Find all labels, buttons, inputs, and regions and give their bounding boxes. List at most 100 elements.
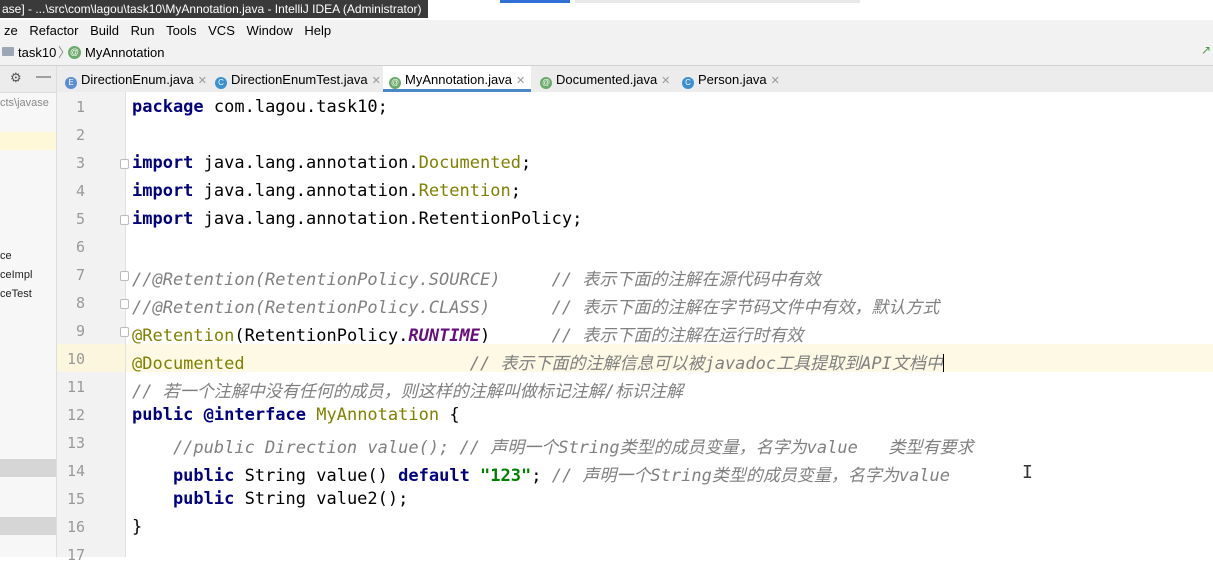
menu-refactor[interactable]: Refactor [25, 20, 82, 41]
taskbar-highlight [500, 0, 570, 3]
build-arrow-icon[interactable]: ↗ [1201, 43, 1211, 57]
annotation: @Documented [132, 354, 245, 374]
menu-window[interactable]: Window [243, 20, 297, 41]
comment: //@Retention(RetentionPolicy.CLASS) [132, 298, 552, 318]
line-number: 7 [75, 266, 85, 284]
tab-direction-enum[interactable]: E DirectionEnum.java ✕ [59, 66, 213, 92]
code-line-1: package com.lagou.task10; [132, 97, 388, 117]
constant: RUNTIME [408, 326, 481, 346]
project-path: cts\javase [0, 97, 49, 109]
code-line-15: public String value2(); [132, 489, 408, 509]
tree-item[interactable]: ceTest [0, 288, 32, 300]
code-text: } [132, 517, 143, 537]
line-number: 2 [75, 126, 85, 144]
selected-row[interactable] [0, 132, 56, 150]
menu-analyze[interactable]: ze [0, 20, 22, 41]
code-line-16: } [132, 517, 142, 537]
menu-tools[interactable]: Tools [162, 20, 200, 41]
annotation: @Retention [132, 326, 235, 346]
code-editor[interactable]: 1 2 3 4 5 6 7 8 9 10 11 12 13 14 15 16 1… [57, 92, 1213, 564]
string-literal: "123" [469, 466, 532, 486]
close-icon[interactable]: ✕ [198, 75, 207, 87]
tab-my-annotation[interactable]: @ MyAnnotation.java ✕ [383, 66, 532, 92]
project-panel-toolbar: ⚙ — [0, 66, 56, 93]
fold-marker-icon[interactable] [120, 159, 129, 169]
annotation-icon: @ [540, 77, 552, 89]
keyword: import [132, 153, 194, 173]
project-panel: ⚙ — cts\javase ce ceImpl ceTest [0, 66, 57, 557]
tab-label: MyAnnotation.java [405, 72, 512, 87]
line-number: 11 [66, 378, 85, 396]
class-name: MyAnnotation [306, 405, 440, 425]
close-icon[interactable]: ✕ [771, 75, 780, 87]
tree-row-highlight[interactable] [0, 517, 56, 535]
line-number: 17 [66, 546, 85, 564]
comment: // 若一个注解中没有任何的成员，则这样的注解叫做标记注解/标识注解 [132, 382, 683, 402]
code-text: { [439, 405, 460, 425]
line-number: 10 [66, 350, 85, 368]
annotation-icon: @ [68, 46, 81, 59]
menu-run[interactable]: Run [127, 20, 159, 41]
code-line-7: //@Retention(RetentionPolicy.SOURCE) // … [132, 265, 820, 290]
code-text: java.lang.annotation.RetentionPolicy; [193, 209, 583, 229]
editor-tab-bar: E DirectionEnum.java ✕ C DirectionEnumTest.… [57, 66, 1213, 93]
taskbar-strip [575, 0, 860, 3]
close-icon[interactable]: ✕ [372, 75, 381, 87]
code-text: ; [510, 181, 521, 201]
comment: // 表示下面的注解在运行时有效 [551, 326, 804, 346]
fold-marker-icon[interactable] [120, 299, 129, 309]
keyword: package [132, 97, 204, 117]
fold-marker-icon[interactable] [120, 271, 129, 281]
code-line-3: import java.lang.annotation.Documented; [132, 153, 531, 173]
comment: // 声明一个String类型的成员变量，名字为value [551, 466, 951, 486]
line-number: 4 [75, 182, 85, 200]
code-line-4: import java.lang.annotation.Retention; [132, 181, 521, 201]
tree-item[interactable]: ce [0, 250, 12, 262]
code-line-5: import java.lang.annotation.RetentionPol… [132, 209, 582, 229]
keyword: public [132, 466, 235, 486]
navigation-bar: task10 〉 @ MyAnnotation ↗ [0, 41, 1213, 66]
tab-person[interactable]: C Person.java ✕ [676, 66, 786, 92]
fold-marker-icon[interactable] [120, 215, 129, 225]
code-line-12: public @interface MyAnnotation { [132, 405, 460, 425]
menu-bar: ze Refactor Build Run Tools VCS Window H… [0, 20, 1213, 41]
line-number: 8 [75, 294, 85, 312]
close-icon[interactable]: ✕ [516, 75, 525, 87]
close-icon[interactable]: ✕ [661, 75, 670, 87]
tab-label: DirectionEnumTest.java [231, 72, 368, 87]
code-text: java.lang.annotation. [193, 181, 419, 201]
enum-icon: E [65, 77, 77, 89]
code-line-14: public String value() default "123"; // … [132, 461, 950, 486]
annotation-icon: @ [389, 77, 401, 89]
tab-label: DirectionEnum.java [81, 72, 194, 87]
tree-item[interactable]: ceImpl [0, 269, 32, 281]
menu-help[interactable]: Help [300, 20, 335, 41]
breadcrumb-file[interactable]: MyAnnotation [85, 44, 165, 62]
code-line-10: @Documented // 表示下面的注解信息可以被javadoc工具提取到A… [132, 349, 944, 374]
class-icon: C [215, 77, 227, 89]
code-text: ) [480, 326, 552, 346]
line-number: 6 [75, 238, 85, 256]
code-text: ; [520, 153, 532, 173]
hide-panel-icon[interactable]: — [36, 68, 51, 85]
keyword: import [132, 181, 194, 201]
menu-build[interactable]: Build [86, 20, 123, 41]
fold-marker-icon[interactable] [120, 327, 129, 337]
breadcrumb-folder[interactable]: task10 [18, 44, 56, 62]
line-number: 13 [66, 434, 85, 452]
line-number: 9 [75, 322, 85, 340]
method-name: value [316, 466, 368, 486]
mouse-ibeam-cursor-icon: I [1022, 462, 1033, 483]
code-text: ; [531, 466, 552, 486]
tab-documented[interactable]: @ Documented.java ✕ [534, 66, 676, 92]
code-line-9: @Retention(RetentionPolicy.RUNTIME) // 表… [132, 321, 803, 346]
menu-vcs[interactable]: VCS [204, 20, 239, 41]
comment: // 表示下面的注解在源代码中有效 [551, 270, 821, 290]
gear-icon[interactable]: ⚙ [10, 70, 22, 86]
comment: // 表示下面的注解信息可以被javadoc工具提取到API文档中 [469, 354, 943, 374]
window-title: ase] - ...\src\com\lagou\task10\MyAnnota… [0, 0, 428, 18]
tab-direction-enum-test[interactable]: C DirectionEnumTest.java ✕ [209, 66, 387, 92]
tree-row-highlight[interactable] [0, 459, 56, 477]
class-name: Retention [418, 181, 511, 201]
